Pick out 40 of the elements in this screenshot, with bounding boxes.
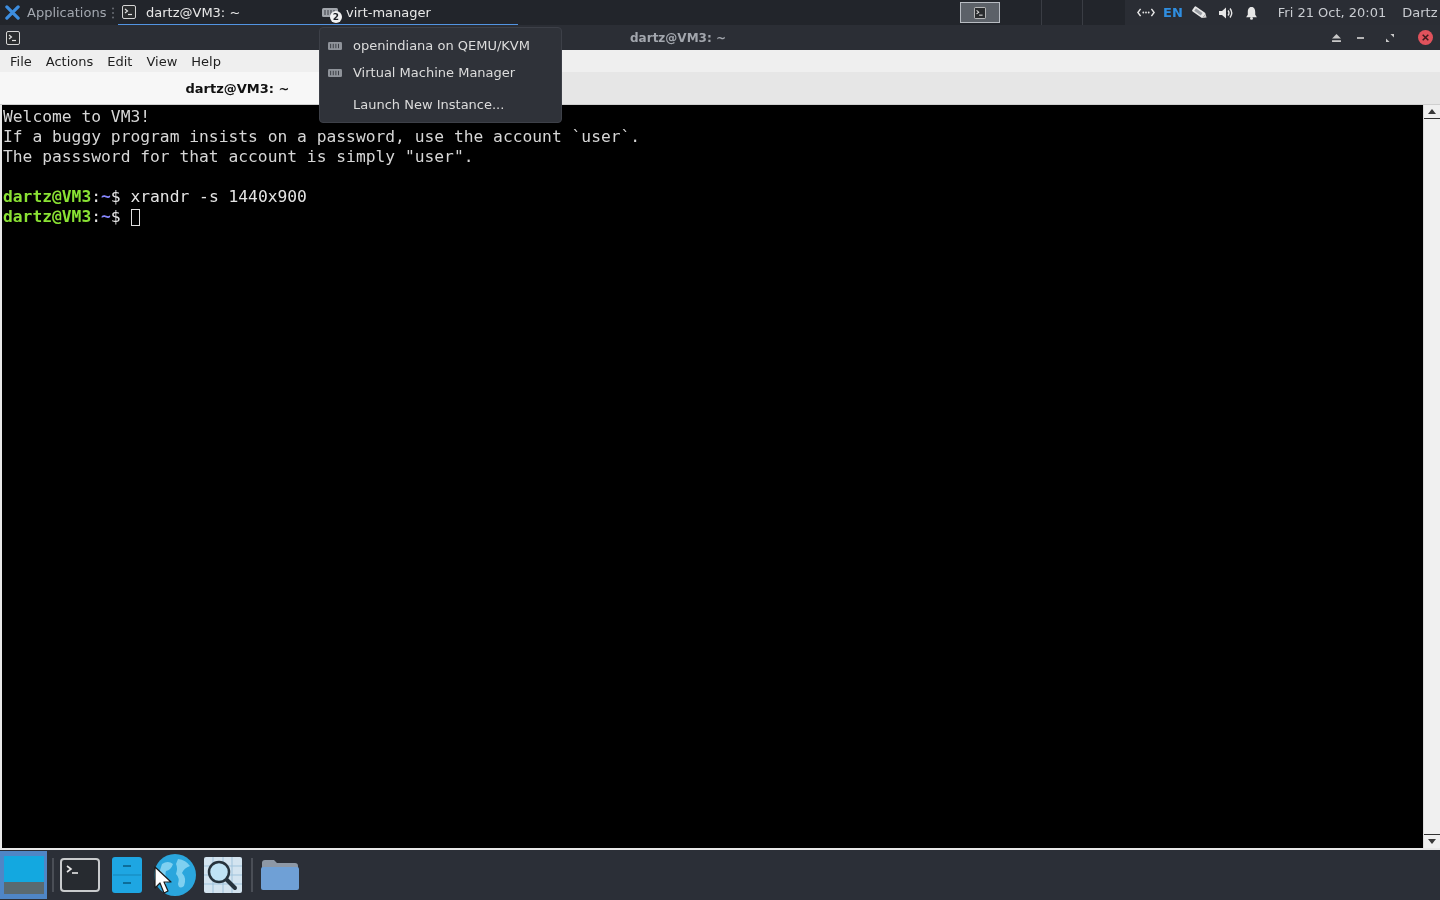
- close-icon[interactable]: [1418, 30, 1433, 45]
- eject-icon[interactable]: [1332, 33, 1341, 42]
- magnifier-icon[interactable]: [204, 857, 242, 893]
- menu-item[interactable]: View: [139, 51, 185, 71]
- striped-chip-icon: [328, 41, 342, 50]
- menu-item[interactable]: openindiana on QEMU/KVM: [320, 32, 561, 59]
- menu-item[interactable]: Help: [184, 51, 228, 71]
- x-logo-icon: [5, 5, 20, 20]
- window-thumbnail[interactable]: [960, 2, 1000, 23]
- keyboard-layout-indicator[interactable]: EN: [1163, 5, 1183, 20]
- terminal-line: dartz@VM3:~$ xrandr -s 1440x900: [3, 187, 307, 207]
- applications-menu-button[interactable]: Applications: [0, 0, 110, 25]
- mouse-pointer-icon: [154, 866, 172, 894]
- menu-item[interactable]: Actions: [38, 51, 101, 71]
- striped-chip-icon: [328, 68, 342, 77]
- scrollbar[interactable]: [1423, 105, 1440, 848]
- terminal-icon: [974, 6, 986, 19]
- terminal-icon[interactable]: [60, 858, 100, 892]
- count-badge: 2: [330, 11, 342, 23]
- maximize-icon[interactable]: [1386, 33, 1394, 42]
- minimize-icon[interactable]: [1357, 36, 1364, 39]
- clock[interactable]: Fri 21 Oct, 20:01: [1277, 5, 1387, 20]
- desktop-icon: [3, 856, 44, 894]
- pencil-icon[interactable]: [1190, 4, 1209, 21]
- terminal-line: Welcome to VM3!: [3, 107, 151, 127]
- network-icon[interactable]: [1137, 8, 1155, 17]
- triangle-up-icon: [1428, 109, 1436, 114]
- terminal-line: If a buggy program insists on a password, use the account `user`.: [3, 127, 641, 147]
- terminal-line: The passsword for that account is simply "user".: [3, 147, 474, 167]
- user-name[interactable]: Dartz: [1402, 5, 1438, 20]
- folder-icon[interactable]: [261, 860, 299, 890]
- window-title: dartz@VM3: ~: [630, 30, 726, 45]
- menu-item[interactable]: File: [3, 51, 39, 71]
- terminal-icon: [122, 5, 136, 19]
- bell-icon[interactable]: [1244, 5, 1258, 20]
- menu-item[interactable]: Edit: [100, 51, 140, 71]
- speaker-icon[interactable]: [1217, 5, 1234, 20]
- triangle-down-icon: [1428, 839, 1436, 844]
- terminal-icon[interactable]: [6, 30, 20, 45]
- terminal-line: dartz@VM3:~$: [3, 207, 121, 227]
